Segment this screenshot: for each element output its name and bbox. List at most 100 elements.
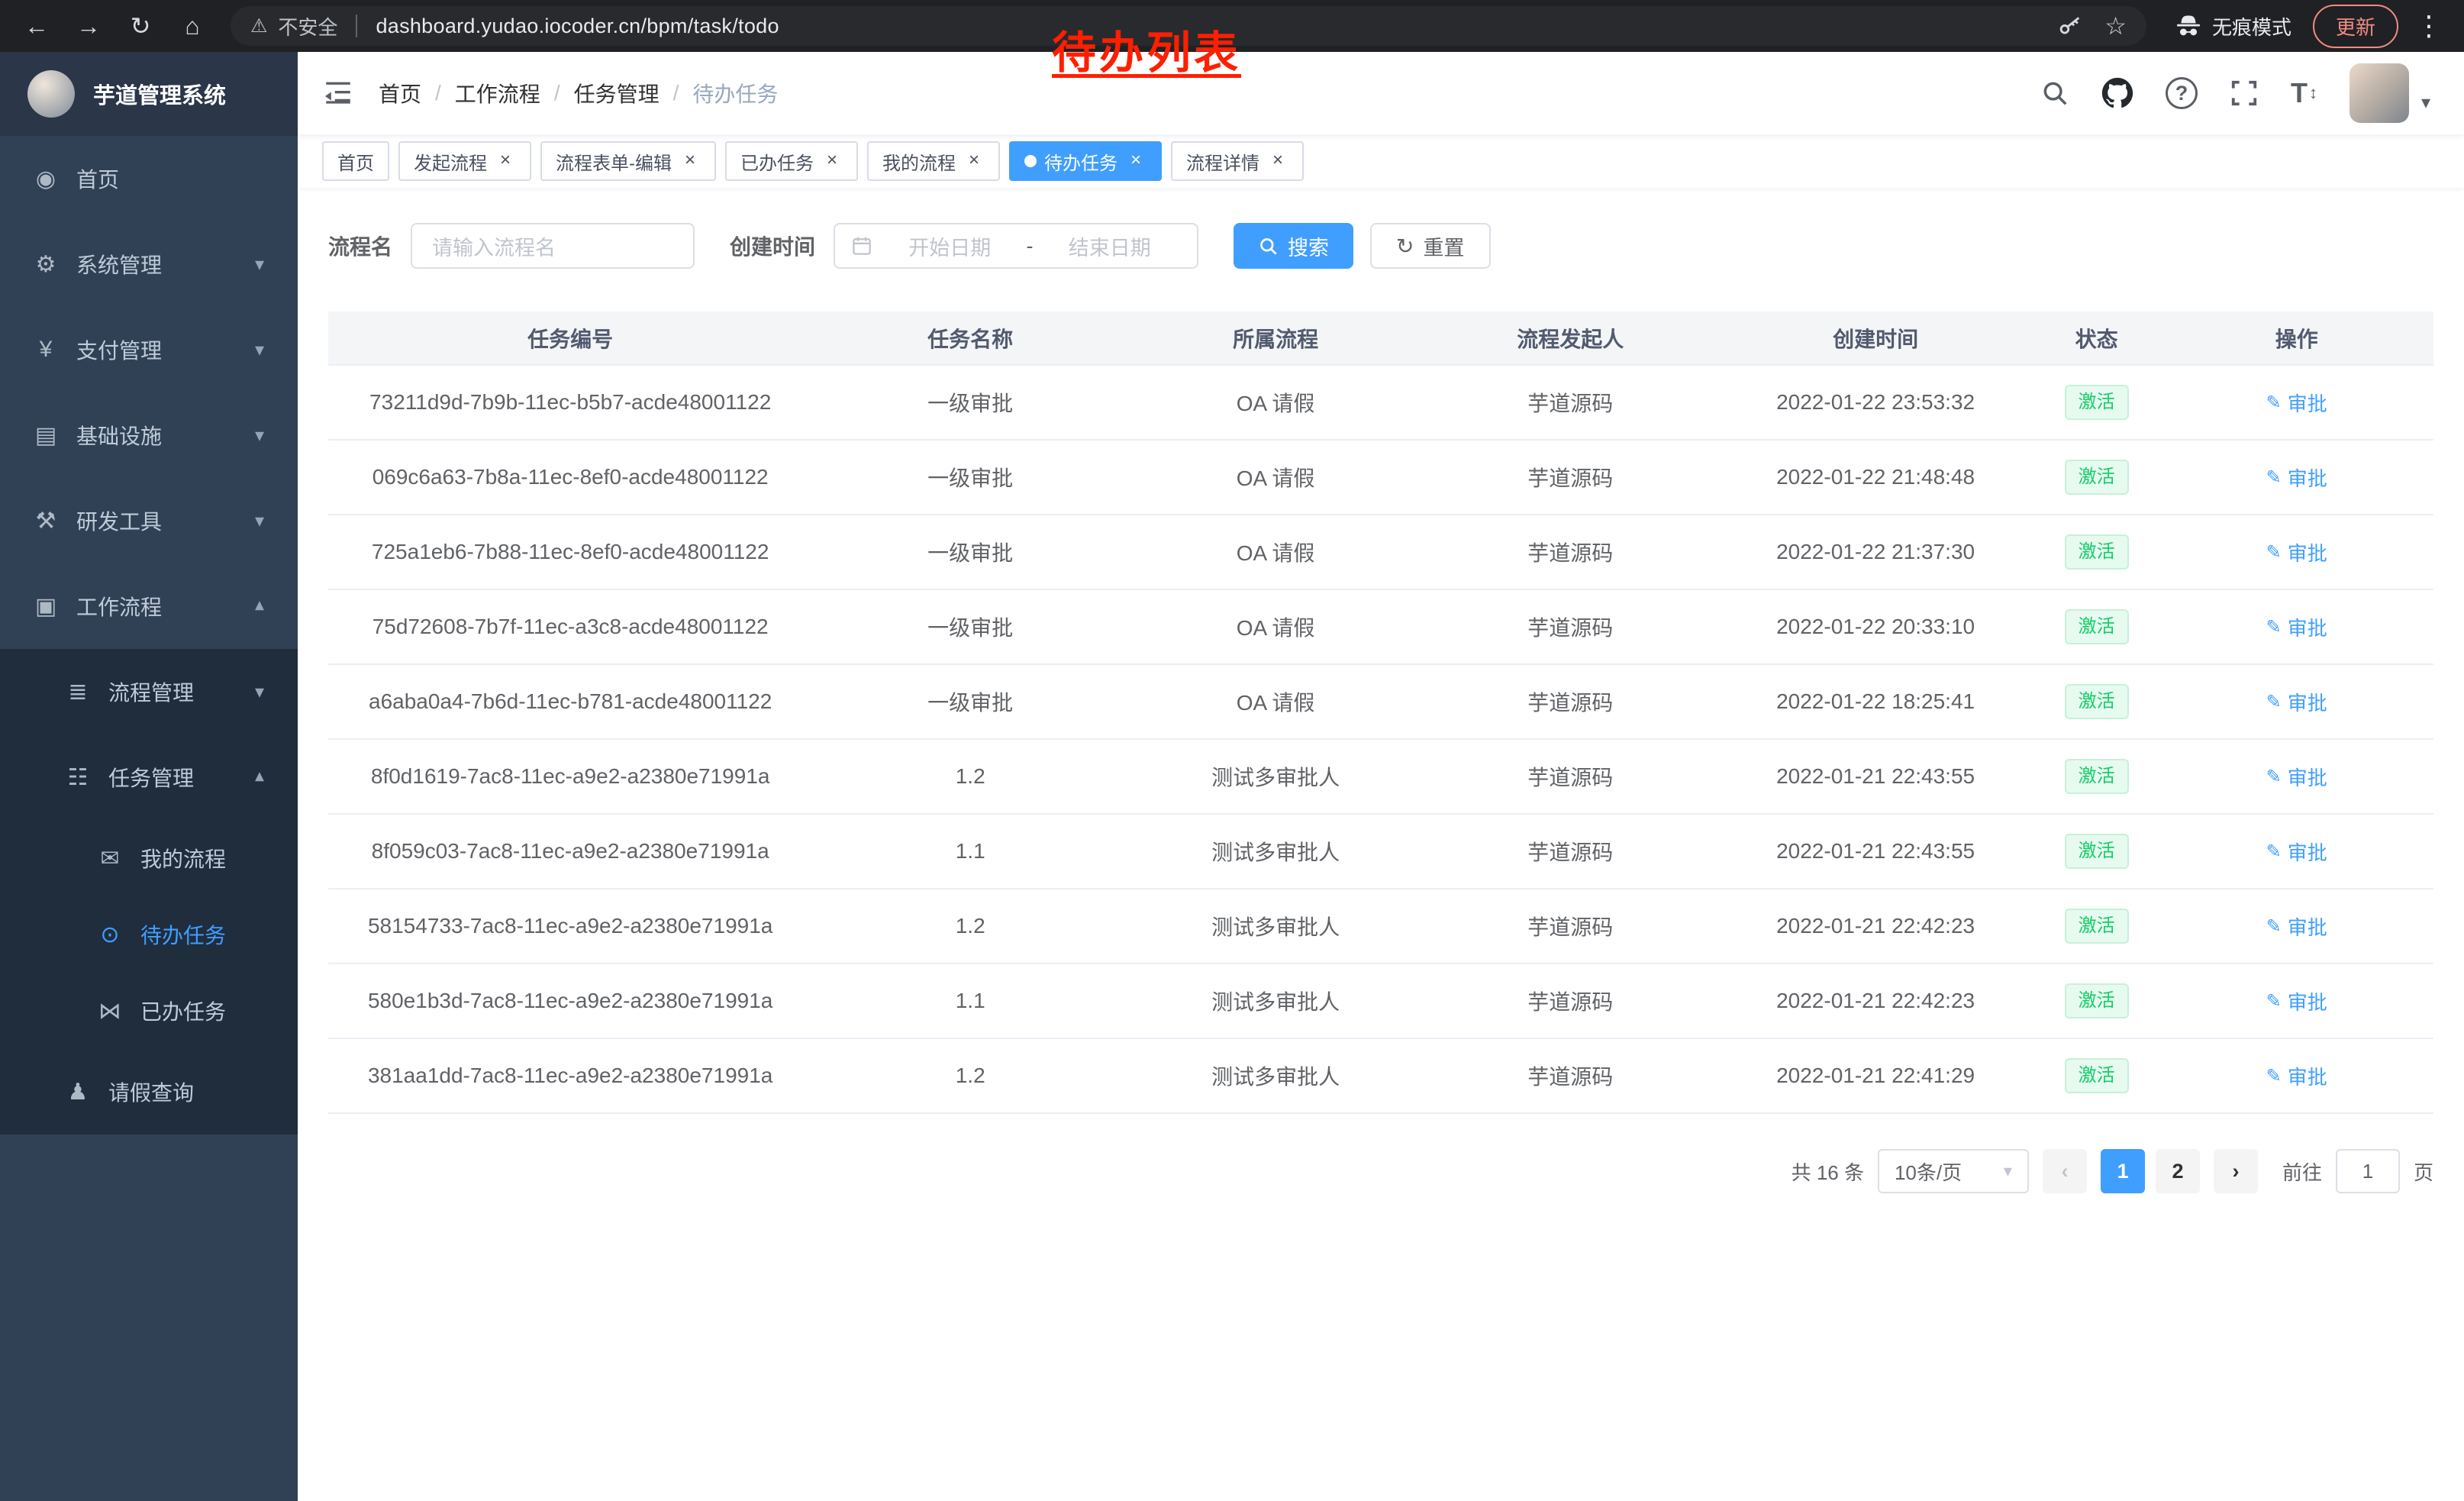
org-icon: ☷: [64, 764, 92, 791]
breadcrumb-separator: /: [673, 81, 679, 105]
tab-form-edit[interactable]: 流程表单-编辑×: [540, 141, 716, 181]
next-page-button[interactable]: ›: [2214, 1149, 2258, 1193]
browser-menu-icon[interactable]: ⋮: [2411, 10, 2447, 42]
page-button-2[interactable]: 2: [2156, 1149, 2200, 1193]
approve-link[interactable]: ✎审批: [2266, 538, 2327, 567]
tab-home[interactable]: 首页: [322, 141, 389, 181]
sidebar-item-label: 流程管理: [108, 676, 194, 707]
approve-link[interactable]: ✎审批: [2266, 912, 2327, 941]
date-range-picker[interactable]: 开始日期 - 结束日期: [834, 223, 1198, 269]
cell-name: 一级审批: [812, 440, 1128, 515]
close-icon[interactable]: ×: [963, 150, 985, 172]
sidebar-item-todo-task[interactable]: ⊙待办任务: [0, 896, 298, 973]
cell-status: 激活: [2033, 515, 2159, 589]
sidebar-item-task-mgmt[interactable]: ☷任务管理▾: [0, 734, 298, 820]
pagination: 共 16 条 10条/页 ▾ ‹ 12 › 前往 1 页: [328, 1149, 2433, 1239]
sidebar-item-payment[interactable]: ¥支付管理▾: [0, 307, 298, 392]
approve-link[interactable]: ✎审批: [2266, 987, 2327, 1015]
text-size-icon[interactable]: T↕: [2291, 77, 2317, 109]
close-icon[interactable]: ×: [495, 150, 516, 172]
page-button-1[interactable]: 1: [2101, 1149, 2145, 1193]
cell-text: 一级审批: [927, 541, 1013, 565]
back-icon[interactable]: ←: [17, 6, 56, 46]
approve-link[interactable]: ✎ 审批: [2266, 463, 2327, 492]
caret-down-icon[interactable]: ▾: [2421, 92, 2430, 114]
chevron-down-icon: ▾: [255, 510, 264, 532]
sidebar-item-my-process[interactable]: ✉我的流程: [0, 820, 298, 896]
cell-status: 激活: [2033, 664, 2159, 739]
status-badge: 激活: [2065, 983, 2129, 1018]
cell-text: 一级审批: [927, 392, 1013, 415]
approve-link[interactable]: ✎审批: [2266, 389, 2327, 417]
cell-status: 激活: [2033, 739, 2159, 814]
breadcrumb-separator: /: [554, 81, 560, 105]
app-logo[interactable]: 芋道管理系统: [0, 52, 298, 136]
status-badge: 激活: [2065, 609, 2129, 644]
sidebar-toggle-icon[interactable]: [298, 77, 379, 109]
breadcrumb-item[interactable]: 工作流程: [455, 78, 540, 108]
fullscreen-icon[interactable]: [2230, 79, 2259, 108]
close-icon[interactable]: ×: [679, 150, 701, 172]
reset-button-label: 重置: [1424, 231, 1465, 261]
cell-text: 069c6a63-7b8a-11ec-8ef0-acde48001122: [373, 465, 769, 489]
edit-icon: ✎: [2266, 616, 2282, 638]
forward-icon[interactable]: →: [69, 6, 108, 46]
search-button[interactable]: 搜索: [1234, 223, 1353, 269]
edit-icon: ✎: [2266, 466, 2282, 489]
cell-text: 芋道源码: [1527, 691, 1613, 715]
key-icon[interactable]: [2057, 13, 2083, 39]
cell-text: 芋道源码: [1527, 766, 1613, 789]
table-header-row: 任务编号任务名称所属流程流程发起人创建时间状态操作: [328, 311, 2433, 365]
breadcrumb-item[interactable]: 首页: [379, 78, 421, 108]
reload-icon[interactable]: ↻: [121, 6, 160, 46]
goto-page-input[interactable]: 1: [2336, 1149, 2400, 1193]
sidebar-item-leave-query[interactable]: ♟请假查询: [0, 1049, 298, 1135]
tab-done-task[interactable]: 已办任务 ×: [725, 141, 858, 181]
tab-label: 待办任务: [1044, 148, 1118, 175]
approve-link[interactable]: ✎审批: [2266, 613, 2327, 641]
breadcrumb-separator: /: [435, 81, 441, 105]
sidebar-item-devtools[interactable]: ⚒研发工具▾: [0, 478, 298, 563]
sidebar-item-label: 支付管理: [76, 334, 162, 365]
approve-link[interactable]: ✎审批: [2266, 763, 2327, 791]
cell-text: 2022-01-21 22:43:55: [1776, 839, 1975, 863]
cell-text: 381aa1dd-7ac8-11ec-a9e2-a2380e71991a: [368, 1064, 772, 1087]
bookmark-star-icon[interactable]: ☆: [2104, 11, 2127, 40]
sidebar-item-workflow[interactable]: ▣工作流程▾: [0, 563, 298, 649]
cell-created: 2022-01-21 22:42:23: [1717, 889, 2033, 964]
sidebar-item-infra[interactable]: ▤基础设施▾: [0, 392, 298, 478]
update-button[interactable]: 更新: [2313, 5, 2398, 48]
sidebar-item-process-mgmt[interactable]: ≣流程管理▾: [0, 649, 298, 734]
status-badge: 激活: [2065, 385, 2129, 420]
process-name-input[interactable]: 请输入流程名: [411, 223, 695, 269]
breadcrumb-item[interactable]: 任务管理: [574, 78, 660, 108]
search-icon[interactable]: [2040, 79, 2069, 108]
github-icon[interactable]: [2101, 77, 2133, 109]
help-icon[interactable]: ?: [2166, 77, 2198, 109]
approve-link[interactable]: ✎审批: [2266, 838, 2327, 866]
tab-process-detail[interactable]: 流程详情×: [1171, 141, 1304, 181]
page-size-select[interactable]: 10条/页 ▾: [1878, 1149, 2029, 1193]
cell-text: 1.2: [956, 1064, 985, 1087]
approve-link[interactable]: ✎审批: [2266, 1062, 2327, 1090]
close-icon[interactable]: ×: [821, 150, 843, 172]
cell-id: 8f059c03-7ac8-11ec-a9e2-a2380e71991a: [328, 814, 812, 889]
sidebar-item-done-task[interactable]: ⋈已办任务: [0, 973, 298, 1049]
tab-label: 已办任务: [740, 148, 814, 175]
approve-link[interactable]: ✎审批: [2266, 688, 2327, 716]
tab-start-process[interactable]: 发起流程×: [398, 141, 531, 181]
close-icon[interactable]: ×: [1125, 150, 1147, 172]
close-icon[interactable]: ×: [1267, 150, 1288, 172]
tab-my-process[interactable]: 我的流程×: [867, 141, 1000, 181]
user-avatar[interactable]: [2350, 63, 2409, 123]
sidebar-item-label: 工作流程: [76, 591, 162, 621]
sidebar-item-home[interactable]: ◉首页: [0, 136, 298, 221]
cell-text: 75d72608-7b7f-11ec-a3c8-acde48001122: [373, 615, 769, 638]
cell-text: 一级审批: [927, 616, 1013, 640]
sidebar-item-system[interactable]: ⚙系统管理▾: [0, 221, 298, 307]
tab-todo-task[interactable]: 待办任务 ×: [1009, 141, 1162, 181]
prev-page-button[interactable]: ‹: [2043, 1149, 2087, 1193]
approve-label: 审批: [2288, 463, 2327, 492]
home-icon[interactable]: ⌂: [173, 6, 212, 46]
reset-button[interactable]: ↻ 重置: [1370, 223, 1490, 269]
